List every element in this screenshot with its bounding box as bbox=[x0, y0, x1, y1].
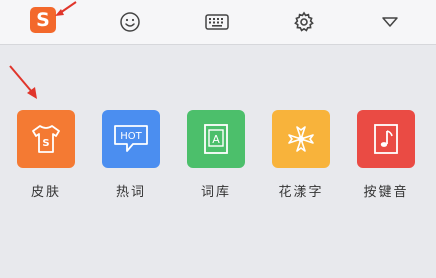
hot-text: HOT bbox=[120, 131, 142, 142]
skin-tile[interactable]: S bbox=[17, 110, 75, 168]
smiley-icon bbox=[120, 12, 140, 32]
gear-icon bbox=[294, 11, 314, 32]
flower-icon bbox=[288, 126, 314, 152]
dictionary-letter: A bbox=[212, 133, 220, 146]
keyboard-toolbar: S bbox=[0, 0, 436, 45]
dictionary-tile[interactable]: A bbox=[187, 110, 245, 168]
keyboard-icon bbox=[205, 14, 229, 30]
flower-text-label: 花漾字 bbox=[278, 185, 324, 200]
annotation-arrow-icon bbox=[9, 65, 37, 99]
dictionary-icon: A bbox=[204, 124, 228, 154]
settings-button[interactable] bbox=[288, 6, 320, 38]
skin-label: 皮肤 bbox=[30, 185, 61, 200]
keyboard-button[interactable] bbox=[201, 6, 233, 38]
flower-text-tile[interactable] bbox=[272, 110, 330, 168]
key-sound-label: 按键音 bbox=[363, 185, 409, 200]
logo-letter: S bbox=[36, 9, 50, 31]
annotation-arrow-icon bbox=[55, 1, 77, 16]
key-sound-tile[interactable] bbox=[357, 110, 415, 168]
hot-words-label: 热词 bbox=[115, 185, 146, 200]
hot-words-tile[interactable]: HOT bbox=[102, 110, 160, 168]
shirt-icon: S bbox=[32, 125, 60, 153]
music-note-icon bbox=[374, 124, 398, 154]
dropdown-triangle-icon bbox=[382, 17, 398, 27]
collapse-button[interactable] bbox=[374, 6, 406, 38]
hot-bubble-icon: HOT bbox=[114, 125, 148, 152]
dictionary-label: 词库 bbox=[200, 185, 231, 200]
emoji-button[interactable] bbox=[114, 6, 146, 38]
shirt-letter: S bbox=[42, 138, 49, 149]
